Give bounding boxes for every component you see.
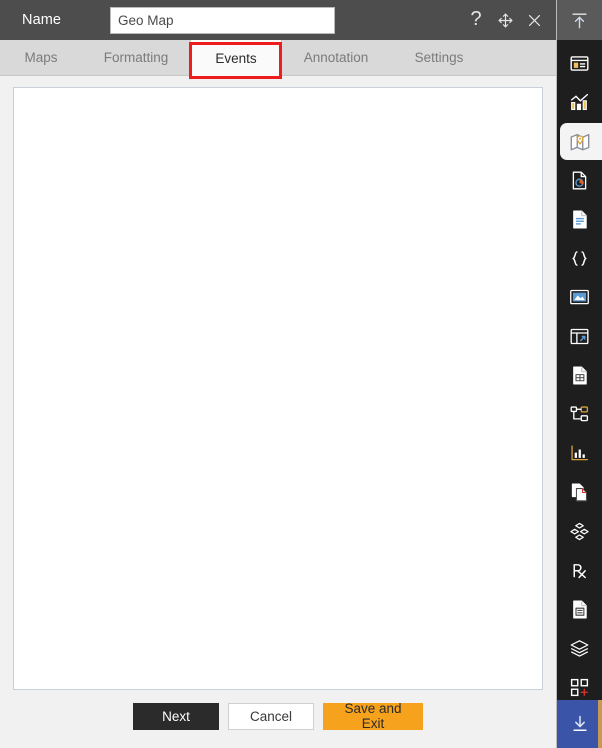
rail-edge-sliver — [598, 700, 602, 748]
tab-bar: Maps Formatting Events Annotation Settin… — [0, 40, 556, 79]
rail-item-document-lines[interactable] — [557, 590, 602, 629]
collapse-up-icon[interactable] — [557, 0, 602, 40]
rail-item-layout-panel[interactable] — [557, 317, 602, 356]
app-root: Name ? — [0, 0, 602, 748]
rail-item-document-grid[interactable] — [557, 356, 602, 395]
dialog-body — [0, 76, 556, 690]
rail-item-curly-braces[interactable] — [557, 239, 602, 278]
rail-item-bar-line-chart[interactable] — [557, 83, 602, 122]
dialog-titlebar: Name ? — [0, 0, 556, 40]
name-input[interactable] — [110, 6, 335, 34]
rail-item-geo-map[interactable] — [557, 122, 602, 161]
tab-annotation[interactable]: Annotation — [282, 40, 390, 75]
next-button[interactable]: Next — [133, 702, 219, 730]
download-icon[interactable] — [557, 700, 602, 748]
right-icon-rail — [557, 0, 602, 748]
rail-item-chart-axis[interactable] — [557, 434, 602, 473]
rail-item-list — [557, 40, 602, 700]
cancel-button[interactable]: Cancel — [228, 702, 314, 730]
rail-item-prescription-rx[interactable] — [557, 551, 602, 590]
tab-formatting[interactable]: Formatting — [82, 40, 190, 75]
close-x-icon[interactable] — [524, 10, 544, 30]
move-arrows-icon[interactable] — [495, 10, 515, 30]
rail-item-document-pie-chart[interactable] — [557, 161, 602, 200]
tab-settings[interactable]: Settings — [390, 40, 488, 75]
save-and-exit-button[interactable]: Save and Exit — [323, 701, 423, 731]
question-mark-icon[interactable]: ? — [466, 9, 486, 30]
tab-events[interactable]: Events — [190, 40, 282, 76]
rail-item-blocks-cubes[interactable] — [557, 512, 602, 551]
rail-item-document-text[interactable] — [557, 200, 602, 239]
rail-item-form-card[interactable] — [557, 44, 602, 83]
events-content-panel[interactable] — [13, 87, 543, 690]
dialog-footer: Next Cancel Save and Exit — [0, 690, 556, 748]
rail-item-layers-stack[interactable] — [557, 629, 602, 668]
rail-item-tree-hierarchy[interactable] — [557, 395, 602, 434]
rail-item-image[interactable] — [557, 278, 602, 317]
rail-item-grid-plus[interactable] — [557, 668, 602, 700]
geo-map-dialog: Name ? — [0, 0, 557, 748]
rail-item-copy-document[interactable] — [557, 473, 602, 512]
titlebar-actions: ? — [466, 0, 544, 40]
tab-maps[interactable]: Maps — [0, 40, 82, 75]
name-label: Name — [22, 12, 62, 28]
